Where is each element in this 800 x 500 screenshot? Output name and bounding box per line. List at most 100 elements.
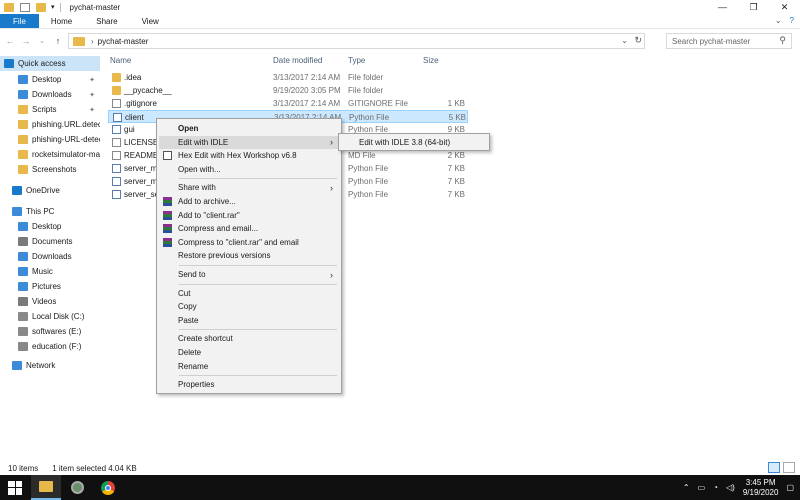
sidebar-item-education-f[interactable]: education (F:) [0, 339, 100, 354]
view-toggle [768, 462, 795, 473]
sidebar-item-downloads[interactable]: Downloads ✦ [0, 87, 100, 102]
folder-icon [18, 120, 28, 129]
sidebar-item-scripts[interactable]: Scripts ✦ [0, 102, 100, 117]
file-size: 7 KB [447, 164, 465, 173]
sidebar-item-quick-access[interactable]: Quick access [0, 56, 100, 71]
sidebar-item-this-pc[interactable]: This PC [0, 204, 100, 219]
sidebar-item-local-disk-c[interactable]: Local Disk (C:) [0, 309, 100, 324]
network-icon[interactable]: ◔ [713, 483, 718, 492]
address-bar[interactable]: › pychat-master ⌄ ↻ [68, 33, 645, 49]
sidebar-item-phishing-url-detec[interactable]: phishing.URL.detec [0, 117, 100, 132]
start-button[interactable] [0, 475, 30, 500]
sidebar-item-phishing-url-detec[interactable]: phishing-URL-detec [0, 132, 100, 147]
maximize-button[interactable]: ❐ [738, 0, 769, 14]
forward-button[interactable]: → [20, 36, 32, 46]
file-row[interactable]: __pycache__ 9/19/2020 3:05 PM File folder [108, 84, 468, 97]
folder-icon [4, 2, 14, 12]
windows-icon [8, 480, 22, 495]
sidebar-item-pictures[interactable]: Pictures [0, 279, 100, 294]
column-date-modified[interactable]: Date modified [273, 56, 322, 65]
sidebar-item-desktop[interactable]: Desktop ✦ [0, 72, 100, 87]
sidebar-item-screenshots[interactable]: Screenshots [0, 162, 100, 177]
column-type[interactable]: Type [348, 56, 365, 65]
menu-item-rename[interactable]: Rename [159, 360, 339, 373]
sidebar-item-softwares-e[interactable]: softwares (E:) [0, 324, 100, 339]
menu-item-share-with[interactable]: Share with › [159, 181, 339, 194]
sidebar-item-desktop[interactable]: Desktop [0, 219, 100, 234]
menu-item-open-with[interactable]: Open with... [159, 163, 339, 176]
hex-icon [163, 151, 172, 161]
column-name[interactable]: Name [110, 56, 131, 65]
help-button[interactable]: ? [790, 16, 794, 25]
sidebar-item-videos[interactable]: Videos [0, 294, 100, 309]
refresh-icon[interactable]: ↻ [634, 35, 642, 46]
tab-share[interactable]: Share [84, 14, 129, 28]
menu-item-properties[interactable]: Properties [159, 378, 339, 391]
back-button[interactable]: ← [4, 36, 16, 46]
recent-locations-button[interactable]: ⌄ [36, 37, 48, 45]
file-type: File folder [348, 73, 384, 82]
menu-item-delete[interactable]: Delete [159, 346, 339, 359]
menu-item-copy[interactable]: Copy [159, 300, 339, 313]
menu-item-open[interactable]: Open [159, 122, 339, 135]
volume-icon[interactable]: ◁) [726, 483, 735, 492]
menu-item-hex-edit-with-hex-workshop-v6-8[interactable]: Hex Edit with Hex Workshop v6.8 [159, 149, 339, 162]
clock[interactable]: 3:45 PM 9/19/2020 [743, 478, 779, 498]
close-button[interactable]: ✕ [769, 0, 800, 14]
battery-icon[interactable]: ▭ [698, 483, 706, 492]
file-size: 2 KB [447, 151, 465, 160]
menu-item-compress-and-email[interactable]: Compress and email... [159, 222, 339, 235]
sidebar-item-onedrive[interactable]: OneDrive [0, 183, 100, 198]
minimize-button[interactable]: — [707, 0, 738, 14]
file-date: 3/13/2017 2:14 AM [273, 73, 341, 82]
new-folder-icon[interactable] [36, 2, 46, 12]
breadcrumb-current[interactable]: pychat-master [98, 37, 149, 46]
sidebar-item-music[interactable]: Music [0, 264, 100, 279]
menu-item-compress-to-client-rar-and-email[interactable]: Compress to "client.rar" and email [159, 236, 339, 249]
menu-item-create-shortcut[interactable]: Create shortcut [159, 332, 339, 345]
selection-info: 1 item selected 4.04 KB [52, 463, 137, 473]
python-file-icon [112, 177, 121, 186]
sidebar-item-downloads[interactable]: Downloads [0, 249, 100, 264]
sidebar-item-documents[interactable]: Documents [0, 234, 100, 249]
expand-ribbon-button[interactable]: ⌄ [775, 16, 782, 25]
tab-file[interactable]: File [0, 14, 39, 28]
menu-item-add-to-archive[interactable]: Add to archive... [159, 195, 339, 208]
notifications-icon[interactable]: ▢ [786, 483, 794, 492]
details-view-button[interactable] [768, 462, 780, 473]
file-row[interactable]: .gitignore 3/13/2017 2:14 AM GITIGNORE Fil… [108, 97, 468, 110]
sidebar-item-network[interactable]: Network [0, 358, 100, 373]
menu-item-paste[interactable]: Paste [159, 314, 339, 327]
menu-item-send-to[interactable]: Send to › [159, 268, 339, 281]
file-row[interactable]: .idea 3/13/2017 2:14 AM File folder [108, 71, 468, 84]
rar-icon [163, 197, 172, 206]
menu-item-cut[interactable]: Cut [159, 287, 339, 300]
taskbar-file-explorer[interactable] [31, 475, 61, 500]
show-hidden-icons-icon[interactable]: ⌃ [683, 483, 690, 492]
file-type: File folder [348, 86, 384, 95]
file-name: __pycache__ [124, 86, 172, 95]
menu-item-label: Cut [178, 288, 191, 298]
sidebar-item-rocketsimulator-ma[interactable]: rocketsimulator-ma [0, 147, 100, 162]
up-button[interactable]: ↑ [52, 36, 64, 46]
taskbar-chrome[interactable] [93, 475, 123, 500]
sidebar-item-label: rocketsimulator-ma [32, 150, 100, 159]
properties-icon[interactable] [20, 2, 30, 12]
navigation-bar: ← → ⌄ ↑ › pychat-master ⌄ ↻ Search pycha… [0, 30, 800, 52]
menu-item-edit-with-idle[interactable]: Edit with IDLE › [159, 135, 339, 149]
column-size[interactable]: Size [423, 56, 439, 65]
tab-home[interactable]: Home [39, 14, 84, 28]
breadcrumb-chevron-icon[interactable]: › [91, 37, 94, 46]
file-date: 3/13/2017 2:14 AM [273, 99, 341, 108]
customize-toolbar-icon[interactable]: ▾ [51, 3, 55, 11]
title-bar: ▾ pychat-master — ❐ ✕ [0, 0, 800, 14]
large-icons-view-button[interactable] [783, 462, 795, 473]
folder-icon [18, 135, 28, 144]
taskbar-app[interactable] [62, 475, 92, 500]
address-dropdown-icon[interactable]: ⌄ [621, 36, 628, 45]
tab-view[interactable]: View [130, 14, 171, 28]
edit-with-idle-38-item[interactable]: Edit with IDLE 3.8 (64-bit) [341, 136, 487, 149]
menu-item-add-to-client-rar[interactable]: Add to "client.rar" [159, 209, 339, 222]
menu-item-restore-previous-versions[interactable]: Restore previous versions [159, 249, 339, 262]
search-input[interactable]: Search pychat-master ⚲ [666, 33, 792, 49]
